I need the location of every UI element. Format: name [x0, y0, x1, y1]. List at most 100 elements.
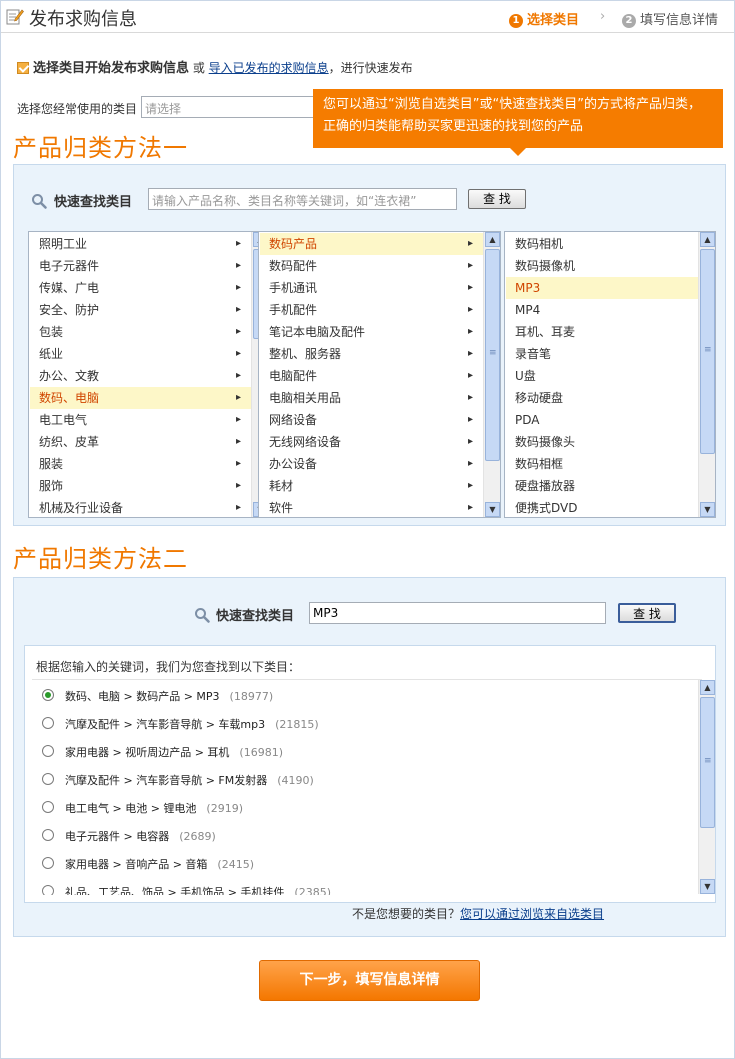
result-count: (16981)	[239, 746, 283, 759]
result-scrollbar[interactable]: ▲ ▼	[698, 680, 715, 894]
level3-item[interactable]: 数码摄像机	[506, 255, 698, 277]
method2-find-button[interactable]: 查 找	[618, 603, 676, 623]
common-category-select[interactable]: 请选择	[141, 96, 316, 118]
scroll-thumb[interactable]	[700, 697, 715, 828]
level2-item[interactable]: 手机通讯 ▸	[260, 277, 483, 299]
chevron-right-icon: ▸	[235, 304, 241, 315]
level3-item[interactable]: PDA	[506, 409, 698, 431]
level2-item[interactable]: 电脑配件 ▸	[260, 365, 483, 387]
result-option[interactable]: 汽摩及配件 > 汽车影音导航 > FM发射器 (4190)	[65, 772, 314, 788]
level2-item[interactable]: 耗材 ▸	[260, 475, 483, 497]
result-radio[interactable]	[42, 829, 54, 841]
scroll-down-icon[interactable]: ▼	[700, 502, 715, 517]
level1-item[interactable]: 纸业 ▸	[30, 343, 251, 365]
level2-item[interactable]: 手机配件 ▸	[260, 299, 483, 321]
level1-item[interactable]: 照明工业 ▸	[30, 233, 251, 255]
level1-item[interactable]: 机械及行业设备 ▸	[30, 497, 251, 517]
level3-item[interactable]: 便携式DVD	[506, 497, 698, 517]
result-path: 汽摩及配件 > 汽车影音导航 > 车载mp3	[65, 718, 266, 731]
chevron-right-icon: ▸	[235, 502, 241, 513]
level2-item[interactable]: 数码配件 ▸	[260, 255, 483, 277]
level3-item[interactable]: 耳机、耳麦	[506, 321, 698, 343]
page-title: 发布求购信息	[29, 9, 137, 30]
result-count: (18977)	[229, 690, 274, 703]
scroll-down-icon[interactable]: ▼	[485, 502, 500, 517]
result-option[interactable]: 家用电器 > 音响产品 > 音箱 (2415)	[65, 856, 254, 872]
level3-item[interactable]: MP4	[506, 299, 698, 321]
result-radio[interactable]	[42, 689, 54, 701]
result-option[interactable]: 汽摩及配件 > 汽车影音导航 > 车载mp3 (21815)	[65, 716, 319, 732]
level3-item[interactable]: 数码相机	[506, 233, 698, 255]
chevron-right-icon: ▸	[235, 260, 241, 271]
result-radio[interactable]	[42, 801, 54, 813]
category-list-level2[interactable]: 数码产品 ▸ 数码配件 ▸ 手机通讯 ▸ 手机配件 ▸ 笔记本电脑及配件 ▸ 整机、服务器 ▸ 电脑配件…	[258, 231, 501, 518]
level3-item-label: PDA	[515, 413, 540, 427]
import-published-link[interactable]: 导入已发布的求购信息	[209, 61, 329, 75]
scroll-thumb[interactable]	[485, 249, 500, 461]
result-count: (2385)	[294, 886, 331, 895]
level1-item[interactable]: 服装 ▸	[30, 453, 251, 475]
level2-item[interactable]: 数码产品 ▸	[260, 233, 483, 255]
level2-item[interactable]: 整机、服务器 ▸	[260, 343, 483, 365]
result-option[interactable]: 电工电气 > 电池 > 锂电池 (2919)	[65, 800, 243, 816]
level3-item[interactable]: 数码相框	[506, 453, 698, 475]
level3-item[interactable]: 移动硬盘	[506, 387, 698, 409]
category-list-level1[interactable]: 照明工业 ▸ 电子元器件 ▸ 传媒、广电 ▸ 安全、防护 ▸ 包装 ▸ 纸业 ▸ 办公、文教 ▸ 数码、电脑…	[28, 231, 269, 518]
chevron-right-icon: ▸	[235, 436, 241, 447]
level3-item[interactable]: 录音笔	[506, 343, 698, 365]
scroll-up-icon[interactable]: ▲	[485, 232, 500, 247]
level1-item[interactable]: 包装 ▸	[30, 321, 251, 343]
result-option[interactable]: 家用电器 > 视听周边产品 > 耳机 (16981)	[65, 744, 283, 760]
chevron-right-icon: ▸	[235, 370, 241, 381]
level2-item[interactable]: 软件 ▸	[260, 497, 483, 517]
next-step-button[interactable]: 下一步，填写信息详情	[259, 960, 480, 1001]
scroll-down-icon[interactable]: ▼	[700, 879, 715, 894]
result-radio[interactable]	[42, 857, 54, 869]
scroll-up-icon[interactable]: ▲	[700, 680, 715, 695]
scroll-up-icon[interactable]: ▲	[700, 232, 715, 247]
level2-item[interactable]: 网络设备 ▸	[260, 409, 483, 431]
method1-find-button[interactable]: 查 找	[468, 189, 526, 209]
scroll-thumb[interactable]	[700, 249, 715, 454]
level1-item[interactable]: 数码、电脑 ▸	[30, 387, 251, 409]
level1-item[interactable]: 传媒、广电 ▸	[30, 277, 251, 299]
level3-item-label: 数码摄像机	[515, 259, 576, 273]
method1-search-input[interactable]: 请输入产品名称、类目名称等关键词，如“连衣裙”	[148, 188, 457, 210]
level1-item-label: 照明工业	[39, 237, 88, 251]
level1-item[interactable]: 办公、文教 ▸	[30, 365, 251, 387]
step-fill-details-label: 填写信息详情	[640, 13, 719, 28]
level3-item-label: MP4	[515, 303, 541, 317]
result-radio[interactable]	[42, 717, 54, 729]
level1-item[interactable]: 安全、防护 ▸	[30, 299, 251, 321]
result-radio[interactable]	[42, 773, 54, 785]
level2-item[interactable]: 电脑相关用品 ▸	[260, 387, 483, 409]
step-separator-icon: ›	[600, 9, 606, 24]
result-option[interactable]: 电子元器件 > 电容器 (2689)	[65, 828, 216, 844]
level1-item[interactable]: 服饰 ▸	[30, 475, 251, 497]
level2-scrollbar[interactable]: ▲▼	[483, 232, 500, 517]
level3-scrollbar[interactable]: ▲▼	[698, 232, 715, 517]
result-option[interactable]: 礼品、工艺品、饰品 > 手机饰品 > 手机挂件 (2385)	[65, 884, 331, 895]
level2-item[interactable]: 无线网络设备 ▸	[260, 431, 483, 453]
level1-item[interactable]: 电工电气 ▸	[30, 409, 251, 431]
level3-item[interactable]: U盘	[506, 365, 698, 387]
level3-item[interactable]: 数码摄像头	[506, 431, 698, 453]
category-list-level3[interactable]: 数码相机数码摄像机 MP3 MP4 耳机、耳麦 录音笔 U盘 移动硬盘 PDA 数码摄像头 数码相…	[504, 231, 716, 518]
method2-search-input[interactable]: MP3	[309, 602, 606, 624]
chevron-right-icon: ▸	[467, 326, 473, 337]
level2-item[interactable]: 办公设备 ▸	[260, 453, 483, 475]
check-icon	[17, 62, 29, 74]
level2-item[interactable]: 笔记本电脑及配件 ▸	[260, 321, 483, 343]
browse-category-link[interactable]: 您可以通过浏览来自选类目	[460, 907, 604, 921]
result-radio[interactable]	[42, 885, 54, 895]
level2-item-label: 电脑配件	[269, 369, 318, 383]
level3-item[interactable]: MP3	[506, 277, 698, 299]
result-radio[interactable]	[42, 745, 54, 757]
chevron-right-icon: ▸	[235, 238, 241, 249]
result-heading: 根据您输入的关键词，我们为您查找到以下类目：	[36, 660, 301, 674]
level3-item[interactable]: 硬盘播放器	[506, 475, 698, 497]
level1-item[interactable]: 纺织、皮革 ▸	[30, 431, 251, 453]
result-option[interactable]: 数码、电脑 > 数码产品 > MP3 (18977)	[65, 688, 273, 704]
level1-item[interactable]: 电子元器件 ▸	[30, 255, 251, 277]
result-count: (21815)	[275, 718, 319, 731]
